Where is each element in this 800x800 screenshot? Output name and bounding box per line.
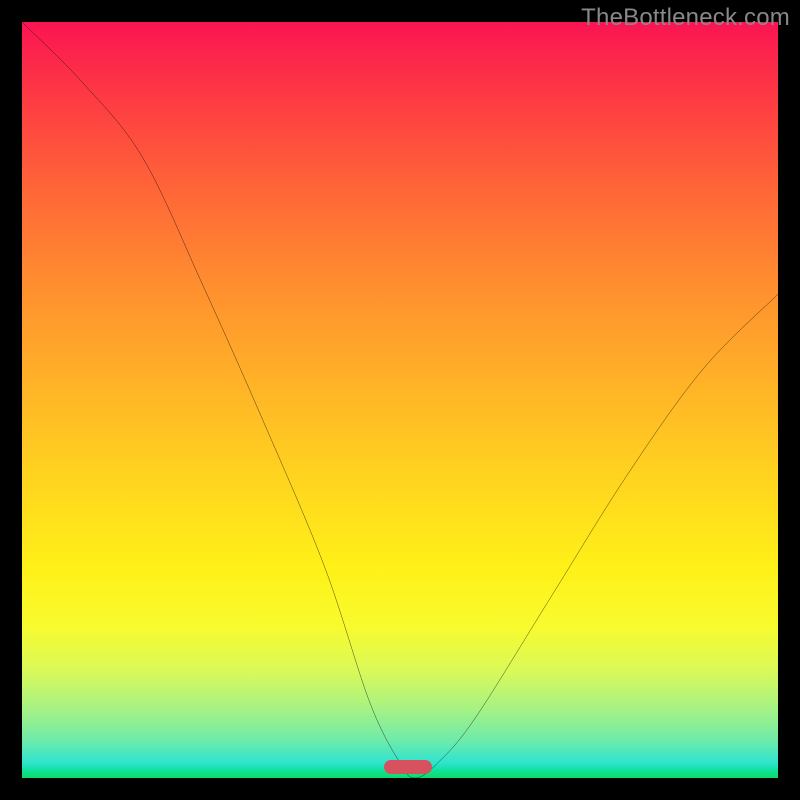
- watermark-text: TheBottleneck.com: [581, 4, 790, 32]
- optimal-point-marker: [384, 760, 432, 774]
- bottleneck-curve: [22, 22, 778, 778]
- plot-area: [22, 22, 778, 778]
- chart-stage: TheBottleneck.com: [0, 0, 800, 800]
- curve-path: [22, 22, 778, 778]
